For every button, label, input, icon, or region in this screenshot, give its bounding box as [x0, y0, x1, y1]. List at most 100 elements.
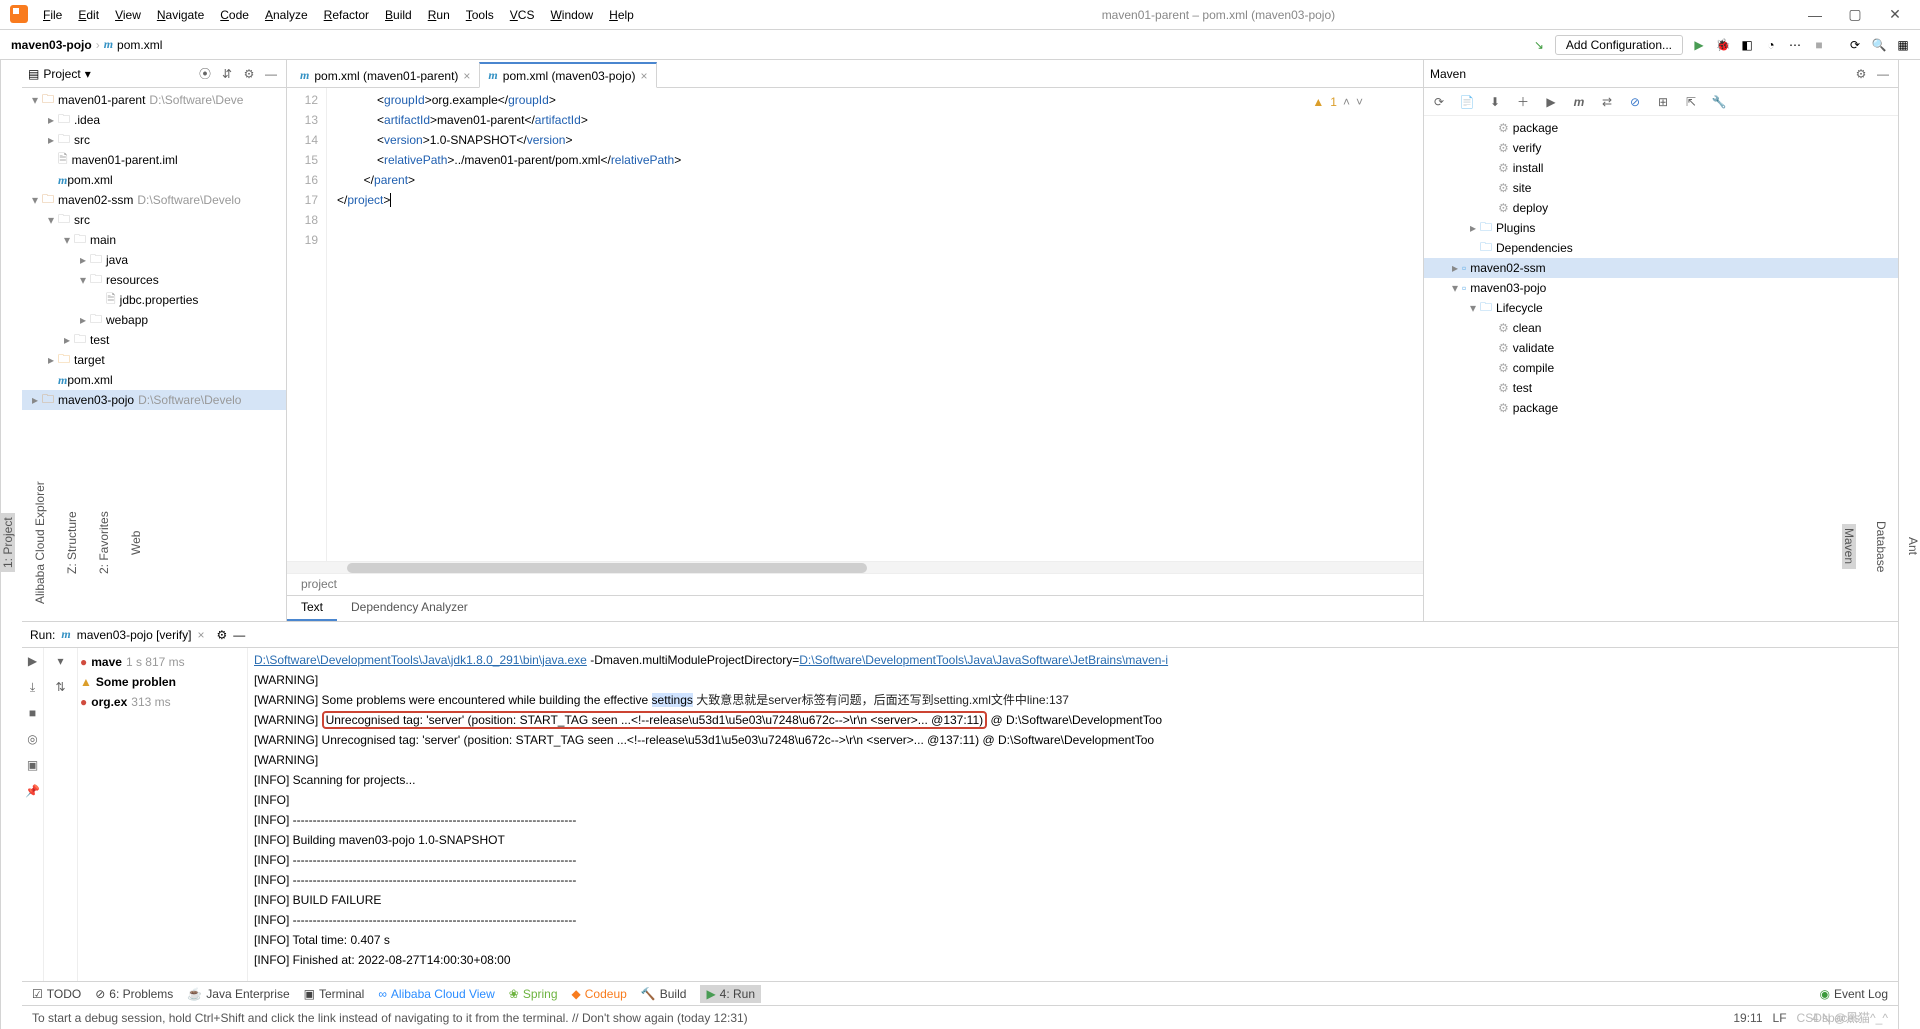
show-target-icon[interactable]: ◎ [24, 730, 42, 748]
status-message[interactable]: To start a debug session, hold Ctrl+Shif… [32, 1011, 748, 1025]
tool-build[interactable]: 🔨 Build [641, 987, 687, 1001]
tool-run[interactable]: ▶ 4: Run [700, 985, 761, 1003]
maven-tree-row[interactable]: 🗀Dependencies [1424, 238, 1898, 258]
tree-row[interactable]: m pom.xml [22, 170, 286, 190]
maven-tree-row[interactable]: ▸🗀Plugins [1424, 218, 1898, 238]
menu-window[interactable]: Window [542, 8, 601, 22]
tree-twisty-icon[interactable]: ▸ [76, 313, 90, 327]
tree-twisty-icon[interactable]: ▸ [60, 333, 74, 347]
menu-help[interactable]: Help [601, 8, 642, 22]
editor-tab[interactable]: mpom.xml (maven01-parent)× [291, 63, 479, 87]
tree-row[interactable]: ▾🗀src [22, 210, 286, 230]
tree-row[interactable]: m pom.xml [22, 370, 286, 390]
tree-twisty-icon[interactable]: ▸ [28, 393, 42, 407]
run-config-name[interactable]: maven03-pojo [verify] [77, 628, 192, 642]
profile-button-icon[interactable]: ◔ [1759, 33, 1783, 57]
run-tree-row[interactable]: ●org.ex 313 ms [80, 692, 245, 712]
code-editor[interactable]: ▲ 1 ˄ ˅ <groupId>org.example</groupId> <… [327, 88, 1423, 561]
collapse-panel-icon[interactable]: — [1874, 67, 1892, 81]
tree-row[interactable]: ▾🗀maven02-ssmD:\Software\Develo [22, 190, 286, 210]
menu-analyze[interactable]: Analyze [257, 8, 316, 22]
tool-database[interactable]: Database [1874, 517, 1888, 576]
skip-tests-icon[interactable]: ⊘ [1626, 95, 1644, 109]
tree-row[interactable]: ▸🗀test [22, 330, 286, 350]
tool-spring[interactable]: ❀ Spring [509, 987, 558, 1001]
layout-icon[interactable]: ▣ [24, 756, 42, 774]
debug-button-icon[interactable]: 🐞 [1711, 33, 1735, 57]
menu-build[interactable]: Build [377, 8, 420, 22]
run-tree[interactable]: ●mave 1 s 817 ms▲Some problen●org.ex 313… [78, 648, 248, 981]
toggle-offline-icon[interactable]: ⇄ [1598, 95, 1616, 109]
stop-button-icon[interactable]: ■ [1807, 33, 1831, 57]
inspection-badge[interactable]: ▲ 1 ˄ ˅ [1312, 92, 1363, 112]
tool-ant[interactable]: Ant [1906, 533, 1920, 559]
tree-twisty-icon[interactable]: ▸ [1448, 261, 1462, 275]
tree-twisty-icon[interactable]: ▸ [44, 133, 58, 147]
tree-row[interactable]: ▾🗀main [22, 230, 286, 250]
project-tree[interactable]: ▾🗀maven01-parentD:\Software\Deve▸🗀.idea▸… [22, 88, 286, 621]
tree-twisty-icon[interactable]: ▾ [44, 213, 58, 227]
gear-icon[interactable]: ⚙ [216, 628, 227, 642]
tool-structure[interactable]: Z: Structure [65, 507, 79, 578]
maven-tree-row[interactable]: ▸▫maven02-ssm [1424, 258, 1898, 278]
dropdown-icon[interactable]: ▾ [85, 67, 91, 81]
menu-run[interactable]: Run [420, 8, 458, 22]
collapse-panel-icon[interactable]: — [233, 628, 245, 642]
close-window-button[interactable]: ✕ [1875, 6, 1915, 23]
run-button-icon[interactable]: ▶ [1687, 33, 1711, 57]
tree-row[interactable]: ▸🗀webapp [22, 310, 286, 330]
maven-tree-row[interactable]: ⚙site [1424, 178, 1898, 198]
expand-all-icon[interactable]: ⇵ [218, 67, 236, 81]
coverage-button-icon[interactable]: ◧ [1735, 33, 1759, 57]
maven-tree-row[interactable]: ⚙compile [1424, 358, 1898, 378]
tree-twisty-icon[interactable]: ▾ [76, 273, 90, 287]
download-icon[interactable]: ⬇ [1486, 95, 1504, 109]
tab-text[interactable]: Text [287, 596, 337, 621]
tool-terminal[interactable]: ▣ Terminal [304, 987, 365, 1001]
editor-tab[interactable]: mpom.xml (maven03-pojo)× [479, 62, 656, 88]
maven-tree-row[interactable]: ⚙verify [1424, 138, 1898, 158]
close-tab-icon[interactable]: × [463, 69, 470, 83]
tool-codeup[interactable]: ◆ Codeup [572, 987, 627, 1001]
maven-tree-row[interactable]: ⚙clean [1424, 318, 1898, 338]
reload-icon[interactable]: ⟳ [1430, 95, 1448, 109]
editor-scrollbar[interactable] [287, 561, 1423, 573]
maximize-button[interactable]: ▢ [1835, 6, 1875, 23]
tree-twisty-icon[interactable]: ▾ [28, 193, 42, 207]
tool-project[interactable]: 1: Project [1, 513, 15, 572]
chevron-down-icon[interactable]: ˅ [1356, 92, 1363, 112]
search-everywhere-icon[interactable]: 🔍 [1867, 33, 1891, 57]
maven-tree[interactable]: ⚙package⚙verify⚙install⚙site⚙deploy▸🗀Plu… [1424, 116, 1898, 621]
maven-tree-row[interactable]: ⚙deploy [1424, 198, 1898, 218]
minimize-button[interactable]: — [1795, 7, 1835, 23]
tree-twisty-icon[interactable]: ▾ [60, 233, 74, 247]
tab-dependency-analyzer[interactable]: Dependency Analyzer [337, 596, 482, 621]
open-debug-icon[interactable]: ⤓ [24, 678, 42, 696]
tree-twisty-icon[interactable]: ▸ [76, 253, 90, 267]
collapse-tree-icon[interactable]: ⇅ [52, 678, 70, 696]
attach-button-icon[interactable]: ⋯ [1783, 33, 1807, 57]
collapse-panel-icon[interactable]: — [262, 67, 280, 81]
tool-alibaba-cloud-view[interactable]: ∞ Alibaba Cloud View [378, 987, 494, 1001]
status-indent[interactable]: 4 spaces [1812, 1011, 1860, 1025]
maven-tree-row[interactable]: ⚙package [1424, 398, 1898, 418]
tree-twisty-icon[interactable]: ▸ [44, 353, 58, 367]
tree-twisty-icon[interactable]: ▾ [1448, 281, 1462, 295]
tool-maven[interactable]: Maven [1842, 524, 1856, 568]
locate-icon[interactable]: ⦿ [196, 65, 214, 82]
tool-todo[interactable]: ☑ TODO [32, 987, 81, 1001]
editor-breadcrumb[interactable]: project [287, 573, 1423, 595]
add-icon[interactable]: ＋ [1514, 93, 1532, 110]
tree-row[interactable]: ▸🗀src [22, 130, 286, 150]
rerun-icon[interactable]: ▶ [24, 652, 42, 670]
tree-row[interactable]: ▸🗀java [22, 250, 286, 270]
run-tree-row[interactable]: ▲Some problen [80, 672, 245, 692]
menu-view[interactable]: View [107, 8, 149, 22]
update-button-icon[interactable]: ⟳ [1843, 33, 1867, 57]
tree-row[interactable]: ▸🗀maven03-pojoD:\Software\Develo [22, 390, 286, 410]
menu-tools[interactable]: Tools [458, 8, 502, 22]
menu-file[interactable]: File [35, 8, 70, 22]
menu-code[interactable]: Code [212, 8, 257, 22]
tool-event-log[interactable]: ◉ Event Log [1819, 987, 1888, 1001]
run-tree-row[interactable]: ●mave 1 s 817 ms [80, 652, 245, 672]
